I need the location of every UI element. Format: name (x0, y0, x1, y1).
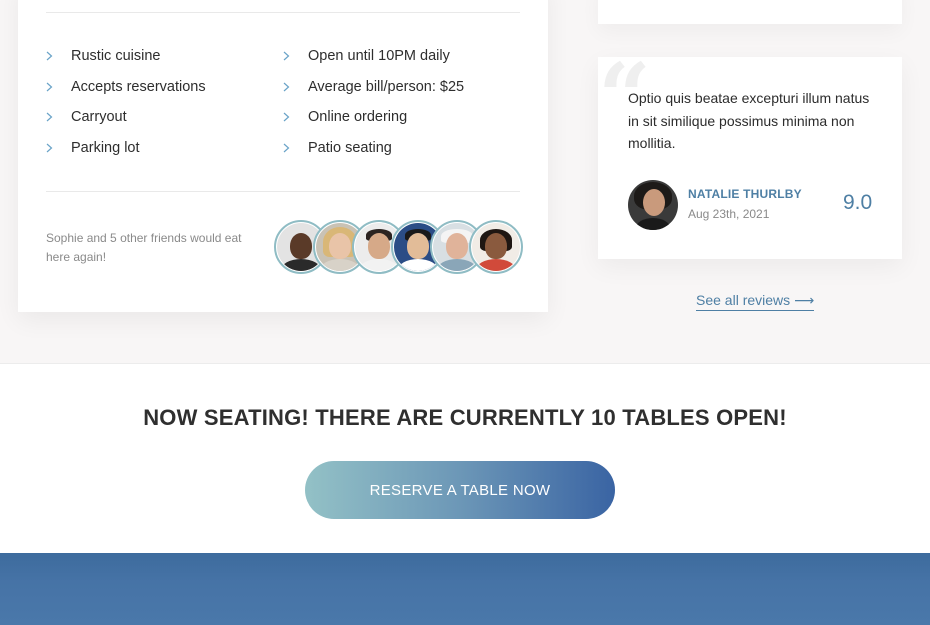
chevron-right-icon (46, 82, 56, 92)
feature-item: Rustic cuisine (46, 41, 206, 72)
feature-label: Rustic cuisine (71, 48, 161, 65)
reserve-table-button[interactable]: RESERVE A TABLE NOW (305, 461, 615, 519)
feature-label: Patio seating (308, 139, 392, 156)
review-text: Optio quis beatae excepturi illum natus … (628, 90, 870, 151)
feature-item: Patio seating (283, 133, 464, 164)
feature-item: Parking lot (46, 133, 206, 164)
now-seating-title: NOW SEATING! THERE ARE CURRENTLY 10 TABL… (143, 405, 787, 430)
review-date: Aug 23th, 2021 (688, 207, 770, 221)
review-card: “ Optio quis beatae excepturi illum natu… (598, 51, 902, 259)
arrow-right-icon: ⟶ (794, 292, 815, 308)
feature-item: Open until 10PM daily (283, 41, 464, 72)
feature-label: Open until 10PM daily (308, 48, 450, 65)
features-list-right: Open until 10PM daily Average bill/perso… (283, 41, 464, 163)
reviewer-avatar[interactable] (628, 180, 678, 230)
feature-label: Accepts reservations (71, 78, 206, 95)
chevron-right-icon (46, 51, 56, 61)
friends-avatar-group (274, 220, 524, 276)
top-section: Rustic cuisine Accepts reservations Carr… (0, 0, 930, 363)
friends-would-return-text: Sophie and 5 other friends would eat her… (46, 231, 242, 264)
feature-label: Average bill/person: $25 (308, 78, 465, 95)
chevron-right-icon (46, 143, 56, 153)
feature-label: Parking lot (71, 139, 140, 156)
previous-review-card (598, 0, 902, 24)
see-all-reviews-link[interactable]: See all reviews ⟶ (696, 292, 815, 311)
restaurant-features-card: Rustic cuisine Accepts reservations Carr… (18, 0, 548, 312)
feature-item: Carryout (46, 102, 206, 133)
feature-label: Carryout (71, 109, 127, 126)
chevron-right-icon (283, 51, 293, 61)
divider (46, 191, 520, 192)
chevron-right-icon (283, 82, 293, 92)
divider (46, 12, 520, 13)
footer-banner (0, 553, 930, 625)
features-list-left: Rustic cuisine Accepts reservations Carr… (46, 41, 206, 163)
feature-item: Online ordering (283, 102, 464, 133)
chevron-right-icon (283, 112, 293, 122)
see-all-reviews-label: See all reviews (696, 292, 791, 308)
feature-label: Online ordering (308, 109, 408, 126)
friend-avatar[interactable] (469, 220, 523, 274)
review-score: 9.0 (843, 191, 873, 214)
now-seating-section: NOW SEATING! THERE ARE CURRENTLY 10 TABL… (0, 363, 930, 553)
chevron-right-icon (46, 112, 56, 122)
feature-item: Accepts reservations (46, 72, 206, 103)
reviewer-name[interactable]: NATALIE THURLBY (688, 187, 802, 201)
feature-item: Average bill/person: $25 (283, 72, 464, 103)
chevron-right-icon (283, 143, 293, 153)
